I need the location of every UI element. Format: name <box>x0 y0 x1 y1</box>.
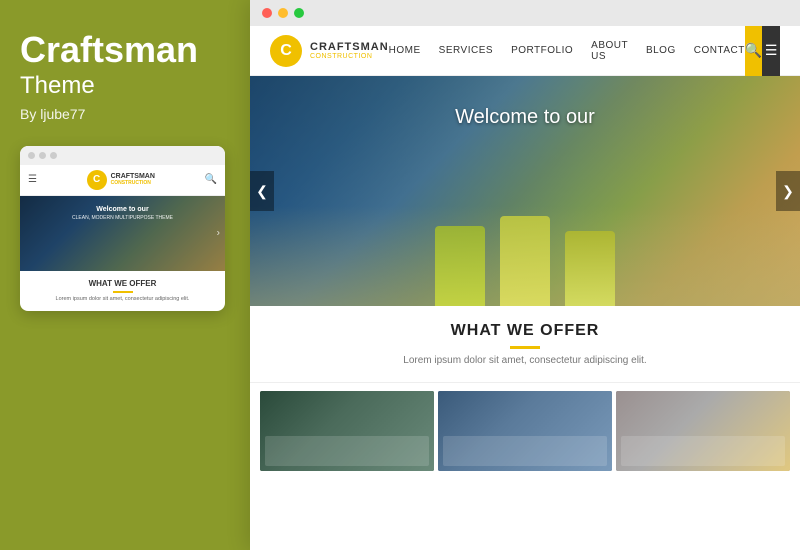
hero-welcome-text: Welcome to our <box>455 106 595 129</box>
thumbnail-row <box>250 383 800 479</box>
dot-green <box>294 8 304 18</box>
offer-title: WHAT WE OFFER <box>270 322 780 340</box>
mini-logo-circle: C <box>87 170 107 190</box>
hero-text-overlay: Welcome to our <box>455 106 595 129</box>
mini-dot-3 <box>50 152 57 159</box>
thumbnail-3 <box>616 391 790 471</box>
nav-link-home[interactable]: HOME <box>389 45 421 56</box>
mini-offer-text: Lorem ipsum dolor sit amet, consectetur … <box>30 296 215 304</box>
mini-offer-title: WHAT WE OFFER <box>30 279 215 288</box>
mini-hero-arrow-right: › <box>217 228 220 239</box>
thumbnail-1 <box>260 391 434 471</box>
theme-author: By ljube77 <box>20 106 225 122</box>
theme-subtitle: Theme <box>20 72 225 100</box>
main-nav-links: HOME SERVICES PORTFOLIO ABOUT US BLOG CO… <box>389 40 745 62</box>
mini-offer-divider <box>113 291 133 293</box>
mini-hamburger-icon: ☰ <box>28 174 37 185</box>
mini-search-icon: 🔍 <box>205 174 217 185</box>
offer-divider <box>510 346 540 349</box>
theme-title: Craftsman <box>20 30 225 70</box>
mini-navbar: ☰ C CRAFTSMAN CONSTRUCTION 🔍 <box>20 165 225 196</box>
main-hero: Welcome to our ❮ ❯ <box>250 76 800 306</box>
main-search-button[interactable]: 🔍 <box>745 26 763 76</box>
offer-description: Lorem ipsum dolor sit amet, consectetur … <box>270 355 780 366</box>
main-browser-bar <box>250 0 800 26</box>
mini-browser-bar <box>20 146 225 165</box>
offer-section: WHAT WE OFFER Lorem ipsum dolor sit amet… <box>250 306 800 383</box>
dot-yellow <box>278 8 288 18</box>
nav-link-blog[interactable]: BLOG <box>646 45 676 56</box>
hero-arrow-right[interactable]: ❯ <box>776 171 800 211</box>
mini-dot-2 <box>39 152 46 159</box>
mini-hero-subtext: CLEAN, MODERN MULTIPURPOSE THEME <box>72 215 173 221</box>
chevron-left-icon: ❮ <box>256 183 268 200</box>
main-logo-text: CRAFTSMAN CONSTRUCTION <box>310 41 389 61</box>
nav-link-portfolio[interactable]: PORTFOLIO <box>511 45 573 56</box>
main-menu-button[interactable]: ☰ <box>762 26 780 76</box>
main-browser: C CRAFTSMAN CONSTRUCTION HOME SERVICES P… <box>250 0 800 550</box>
mini-browser-preview: ☰ C CRAFTSMAN CONSTRUCTION 🔍 Welcome to … <box>20 146 225 312</box>
mini-hero-text: Welcome to our <box>72 206 173 213</box>
mini-logo: C CRAFTSMAN CONSTRUCTION <box>87 170 155 190</box>
thumbnail-2 <box>438 391 612 471</box>
mini-offer-section: WHAT WE OFFER Lorem ipsum dolor sit amet… <box>20 271 225 312</box>
main-navbar: C CRAFTSMAN CONSTRUCTION HOME SERVICES P… <box>250 26 800 76</box>
hero-arrow-left[interactable]: ❮ <box>250 171 274 211</box>
mini-dot-1 <box>28 152 35 159</box>
mini-logo-text: CRAFTSMAN CONSTRUCTION <box>111 173 155 186</box>
mini-hero: Welcome to our CLEAN, MODERN MULTIPURPOS… <box>20 196 225 271</box>
menu-icon: ☰ <box>765 42 778 59</box>
main-logo-area: C CRAFTSMAN CONSTRUCTION <box>270 35 389 67</box>
dot-red <box>262 8 272 18</box>
nav-link-services[interactable]: SERVICES <box>439 45 493 56</box>
main-logo-tagline: CONSTRUCTION <box>310 53 389 61</box>
main-area: C CRAFTSMAN CONSTRUCTION HOME SERVICES P… <box>250 0 800 550</box>
left-panel: Craftsman Theme By ljube77 ☰ C CRAFTSMAN… <box>0 0 245 550</box>
main-logo-circle: C <box>270 35 302 67</box>
nav-link-contact[interactable]: CONTACT <box>694 45 745 56</box>
chevron-right-icon: ❯ <box>782 183 794 200</box>
main-logo-name: CRAFTSMAN <box>310 41 389 53</box>
nav-link-about[interactable]: ABOUT US <box>591 40 628 62</box>
search-icon: 🔍 <box>745 42 762 59</box>
